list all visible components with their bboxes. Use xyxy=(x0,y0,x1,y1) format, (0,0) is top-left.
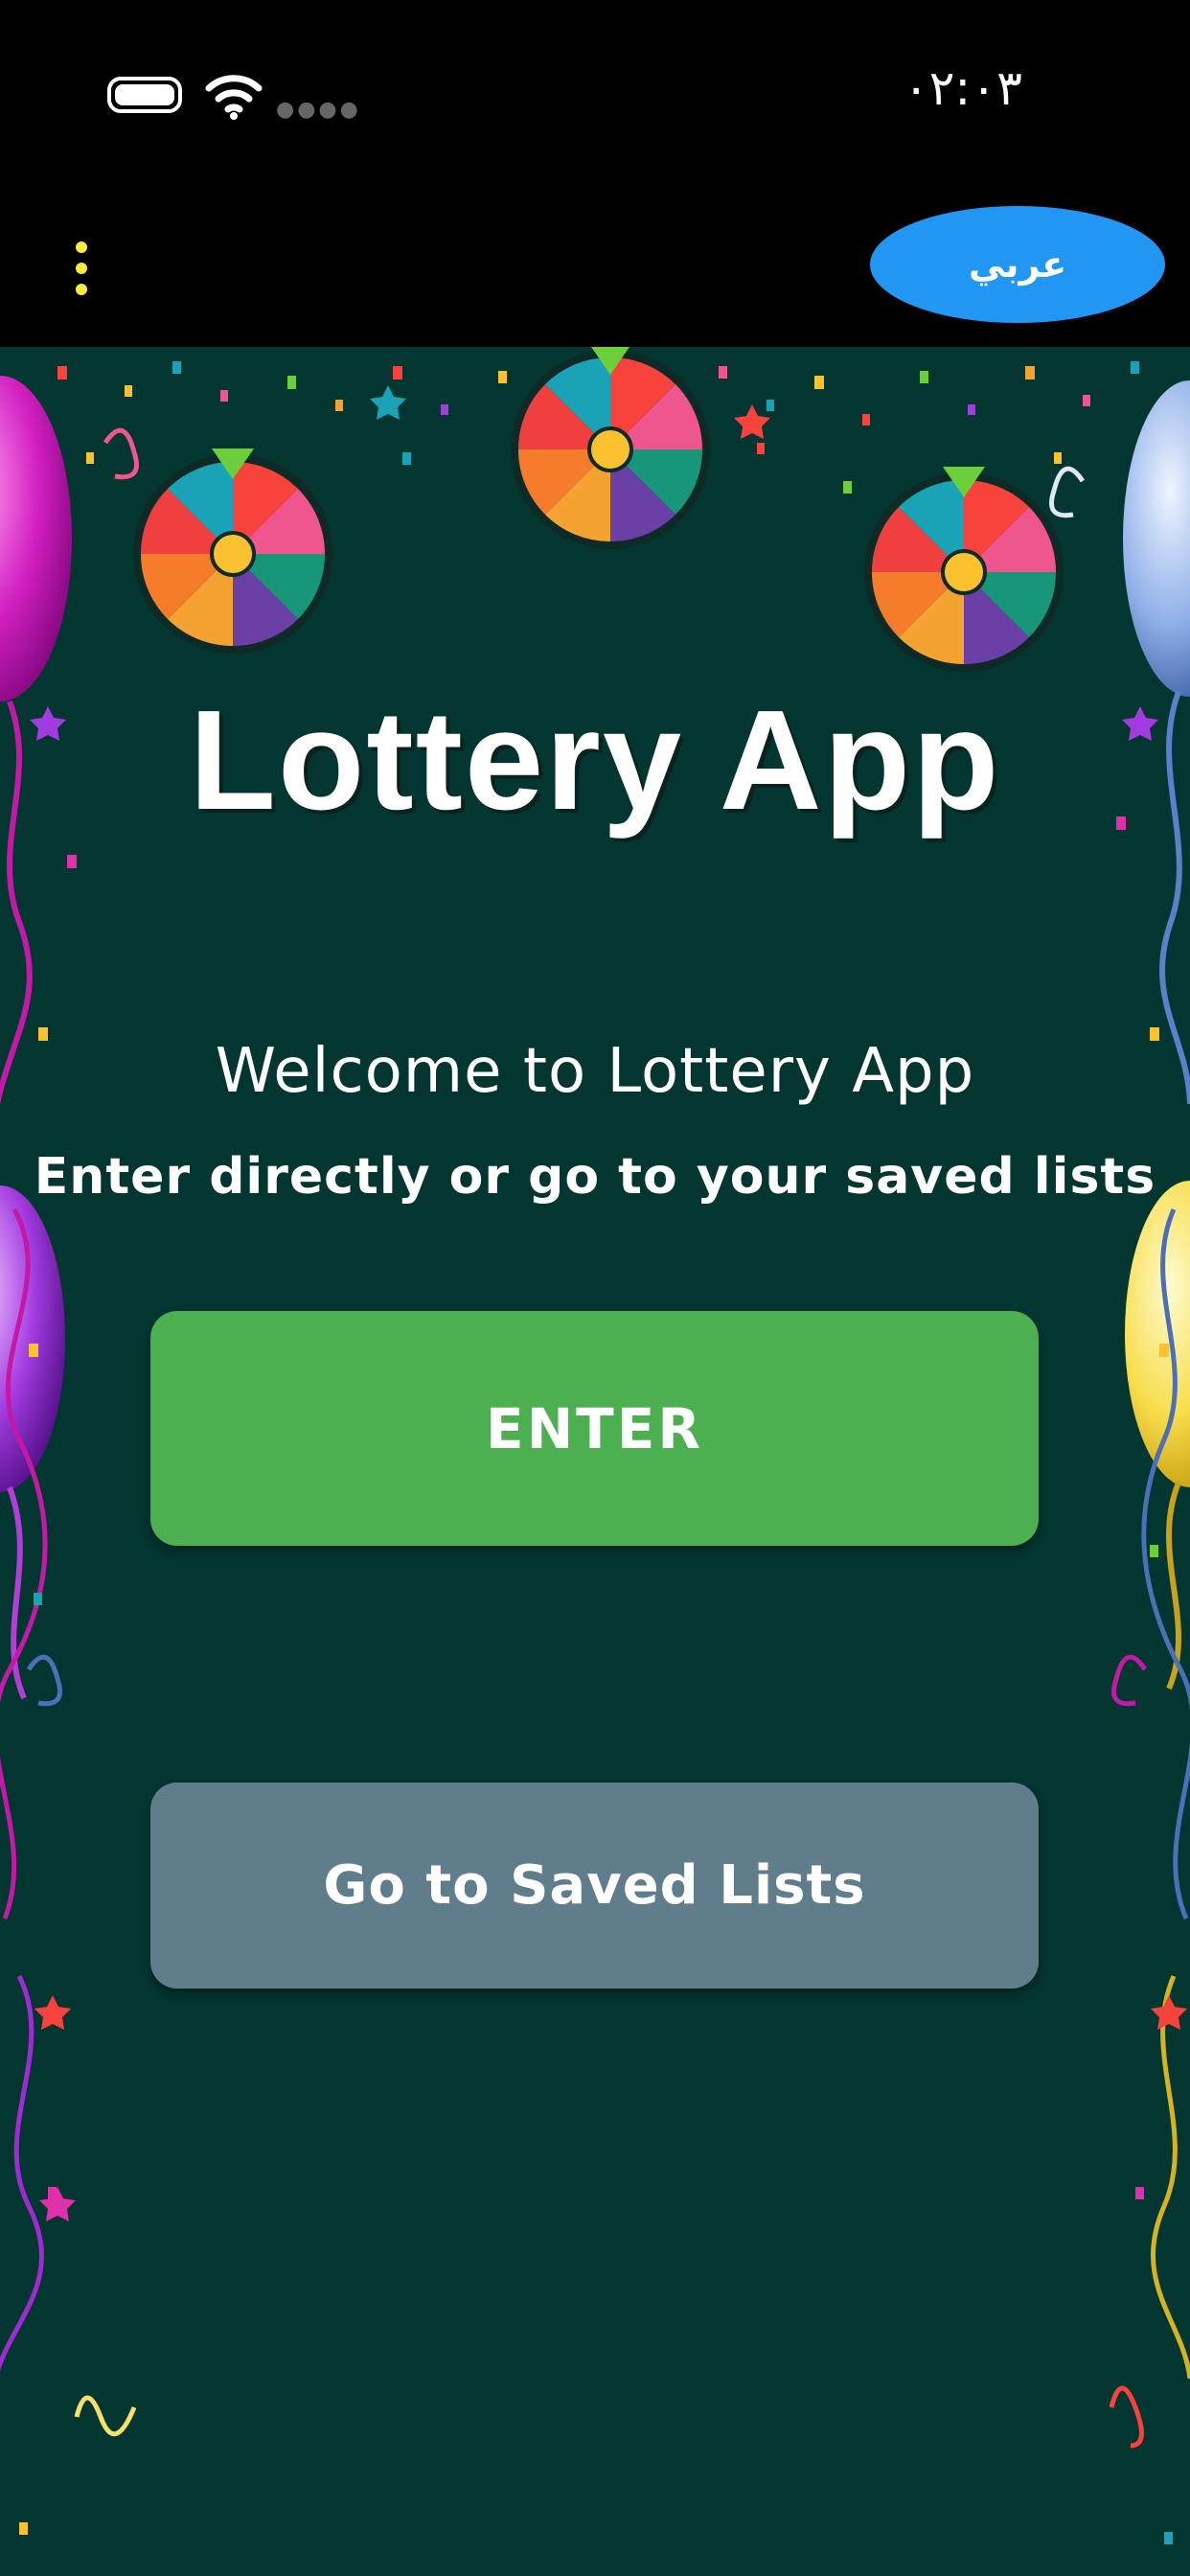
enter-button[interactable]: ENTER xyxy=(150,1311,1039,1546)
battery-icon xyxy=(107,77,182,113)
welcome-heading: Welcome to Lottery App xyxy=(215,1036,975,1107)
prize-wheel-center xyxy=(511,347,710,549)
status-time: ٠٢:٠٣ xyxy=(903,60,1022,116)
cellular-signal-icon: ●●●● xyxy=(276,98,361,122)
more-vert-icon[interactable] xyxy=(67,240,96,297)
app-title-logo: Lottery App xyxy=(189,681,1001,840)
welcome-subtitle: Enter directly or go to your saved lists xyxy=(34,1148,1156,1206)
language-toggle-button[interactable]: عربي xyxy=(870,206,1165,323)
prize-wheel-left xyxy=(133,448,332,654)
wifi-icon xyxy=(205,75,263,120)
prize-wheel-right xyxy=(864,467,1064,672)
status-bar: ●●●● ٠٢:٠٣ xyxy=(0,0,1190,192)
go-to-saved-lists-button[interactable]: Go to Saved Lists xyxy=(150,1782,1039,1989)
